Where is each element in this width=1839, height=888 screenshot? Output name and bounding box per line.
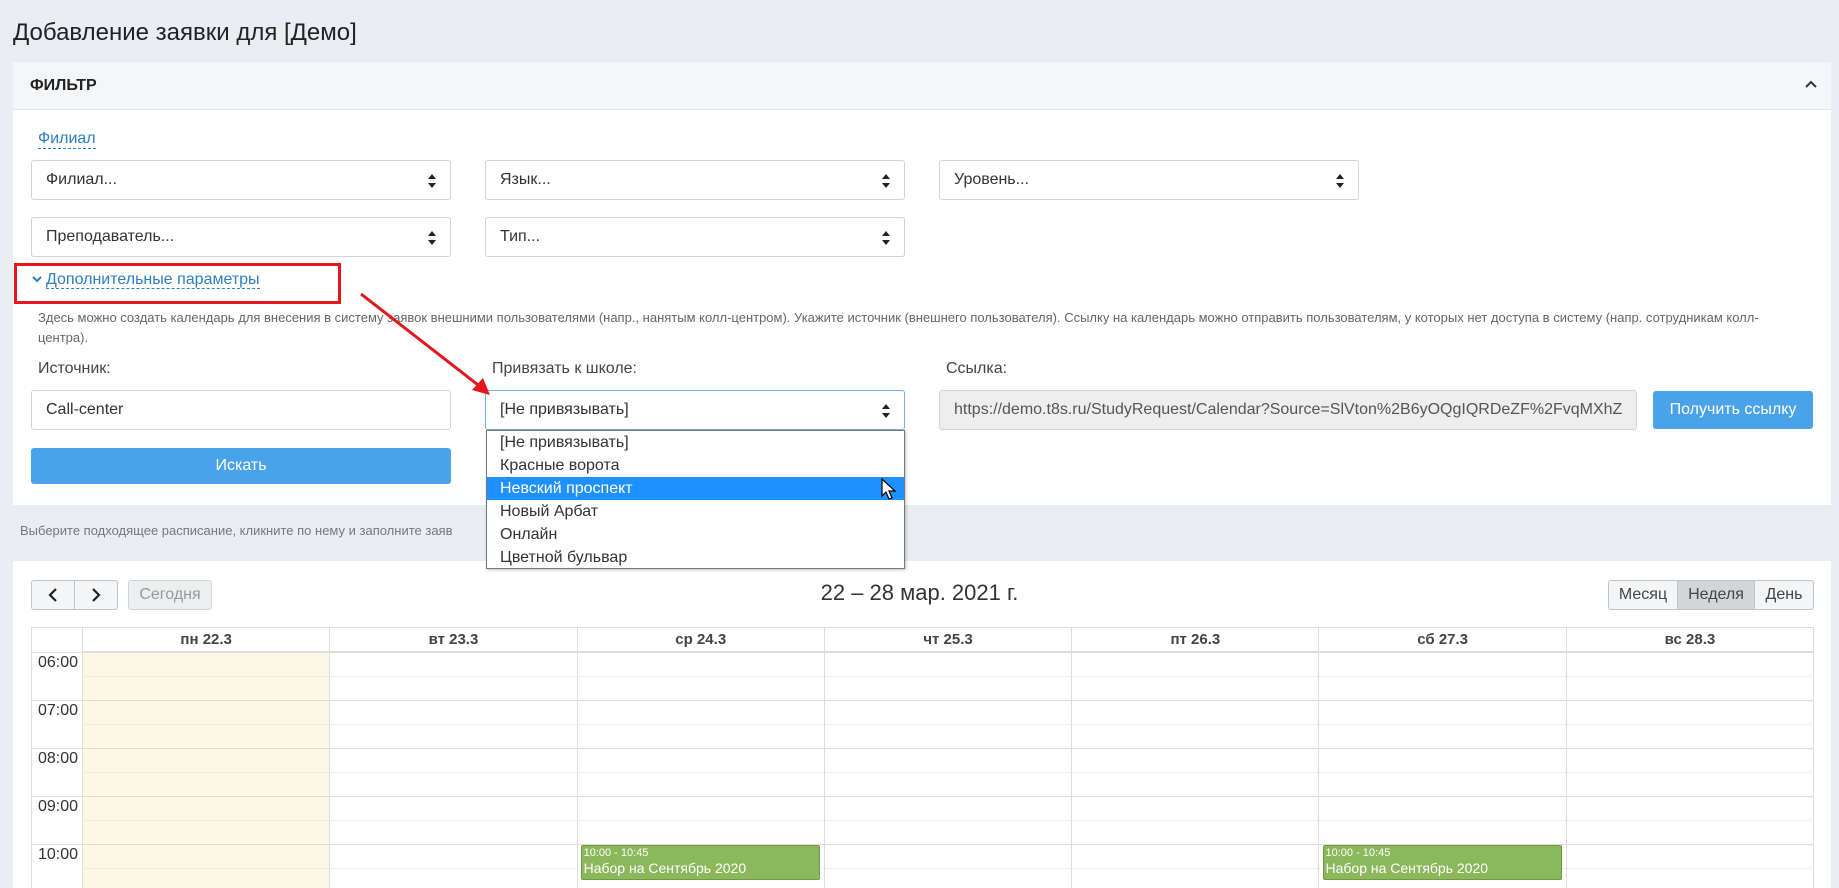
select-arrows-icon bbox=[428, 231, 436, 245]
day-column[interactable] bbox=[83, 652, 331, 888]
day-header: пн 22.3 bbox=[83, 628, 331, 652]
search-button[interactable]: Искать bbox=[31, 448, 451, 484]
time-label: 06:00 bbox=[38, 654, 79, 671]
day-column[interactable] bbox=[330, 652, 578, 888]
calendar-hint: Выберите подходящее расписание, кликните… bbox=[20, 523, 453, 538]
view-month-button[interactable]: Месяц bbox=[1608, 580, 1678, 610]
calendar-event[interactable]: 10:00 - 10:45 Набор на Сентябрь 2020 bbox=[580, 845, 820, 880]
time-label: 10:00 bbox=[38, 846, 79, 863]
dropdown-option[interactable]: Новый Арбат bbox=[487, 500, 904, 523]
filter-panel-title: ФИЛЬТР bbox=[30, 77, 97, 94]
half-hour-line bbox=[83, 724, 1814, 725]
link-label: Ссылка: bbox=[946, 360, 1008, 377]
half-hour-line bbox=[83, 772, 1814, 773]
school-label: Привязать к школе: bbox=[492, 360, 637, 377]
day-header: чт 25.3 bbox=[824, 628, 1073, 652]
chevron-down-icon bbox=[32, 276, 42, 283]
school-select[interactable]: [Не привязывать] bbox=[485, 390, 905, 430]
event-title: Набор на Сентябрь 2020 bbox=[583, 860, 747, 876]
filter-panel-header[interactable]: ФИЛЬТР bbox=[13, 62, 1831, 110]
teacher-select[interactable]: Преподаватель... bbox=[31, 217, 451, 257]
source-label: Источник: bbox=[38, 360, 111, 377]
dropdown-option[interactable]: [Не привязывать] bbox=[487, 431, 904, 454]
hour-line bbox=[32, 700, 1814, 701]
advanced-params-label: Дополнительные параметры bbox=[46, 271, 260, 289]
event-time: 10:00 - 10:45 bbox=[1325, 847, 1391, 859]
event-title: Набор на Сентябрь 2020 bbox=[1325, 860, 1489, 876]
hour-line bbox=[32, 796, 1814, 797]
select-arrows-icon bbox=[882, 404, 890, 418]
filial-select-value: Филиал... bbox=[46, 171, 117, 188]
dropdown-option[interactable]: Цветной бульвар bbox=[487, 546, 904, 569]
time-label: 08:00 bbox=[38, 750, 79, 767]
select-arrows-icon bbox=[882, 174, 890, 188]
day-column[interactable] bbox=[825, 652, 1073, 888]
type-select-value: Тип... bbox=[500, 228, 541, 245]
select-arrows-icon bbox=[882, 231, 890, 245]
dropdown-option[interactable]: Красные ворота bbox=[487, 454, 904, 477]
school-select-value: [Не привязывать] bbox=[500, 401, 629, 418]
language-select-value: Язык... bbox=[500, 171, 551, 188]
event-time: 10:00 - 10:45 bbox=[583, 847, 649, 859]
day-header: пт 26.3 bbox=[1072, 628, 1320, 652]
chevron-up-icon[interactable] bbox=[1801, 74, 1821, 94]
view-switcher: Месяц Неделя День bbox=[1608, 580, 1814, 610]
hour-line bbox=[32, 748, 1814, 749]
source-input[interactable]: Call-center bbox=[31, 390, 451, 430]
day-header: сб 27.3 bbox=[1319, 628, 1567, 652]
week-grid: пн 22.3 вт 23.3 ср 24.3 чт 25.3 пт 26.3 сб 27… bbox=[31, 627, 1814, 888]
filial-link[interactable]: Филиал bbox=[38, 129, 96, 149]
advanced-hint: Здесь можно создать календарь для внесен… bbox=[38, 310, 1759, 345]
calendar-event[interactable]: 10:00 - 10:45 Набор на Сентябрь 2020 bbox=[1322, 845, 1562, 880]
half-hour-line bbox=[83, 820, 1814, 821]
day-column[interactable] bbox=[1567, 652, 1814, 888]
page-title: Добавление заявки для [Демо] bbox=[13, 19, 357, 46]
day-header: ср 24.3 bbox=[577, 628, 825, 652]
time-label: 09:00 bbox=[38, 798, 79, 815]
select-arrows-icon bbox=[428, 174, 436, 188]
calendar-title: 22 – 28 мар. 2021 г. bbox=[820, 580, 1019, 605]
mouse-cursor-icon bbox=[881, 478, 897, 500]
type-select[interactable]: Тип... bbox=[485, 217, 905, 257]
level-select[interactable]: Уровень... bbox=[939, 160, 1359, 200]
view-week-button[interactable]: Неделя bbox=[1678, 580, 1755, 610]
select-arrows-icon bbox=[1336, 174, 1344, 188]
day-header: вт 23.3 bbox=[330, 628, 578, 652]
dropdown-option-highlighted[interactable]: Невский проспект bbox=[487, 477, 904, 500]
advanced-params-toggle[interactable]: Дополнительные параметры bbox=[32, 271, 260, 289]
school-dropdown: [Не привязывать] Красные ворота Невский … bbox=[486, 430, 905, 569]
link-input[interactable]: https://demo.t8s.ru/StudyRequest/Calenda… bbox=[939, 390, 1637, 430]
get-link-button[interactable]: Получить ссылку bbox=[1653, 391, 1813, 429]
level-select-value: Уровень... bbox=[954, 171, 1029, 188]
half-hour-line bbox=[83, 676, 1814, 677]
day-header: вс 28.3 bbox=[1566, 628, 1814, 652]
hour-line bbox=[32, 652, 1814, 653]
view-day-button[interactable]: День bbox=[1755, 580, 1814, 610]
dropdown-option[interactable]: Онлайн bbox=[487, 523, 904, 546]
filial-select[interactable]: Филиал... bbox=[31, 160, 451, 200]
language-select[interactable]: Язык... bbox=[485, 160, 905, 200]
teacher-select-value: Преподаватель... bbox=[46, 228, 175, 245]
time-label: 07:00 bbox=[38, 702, 79, 719]
day-column[interactable] bbox=[1072, 652, 1320, 888]
